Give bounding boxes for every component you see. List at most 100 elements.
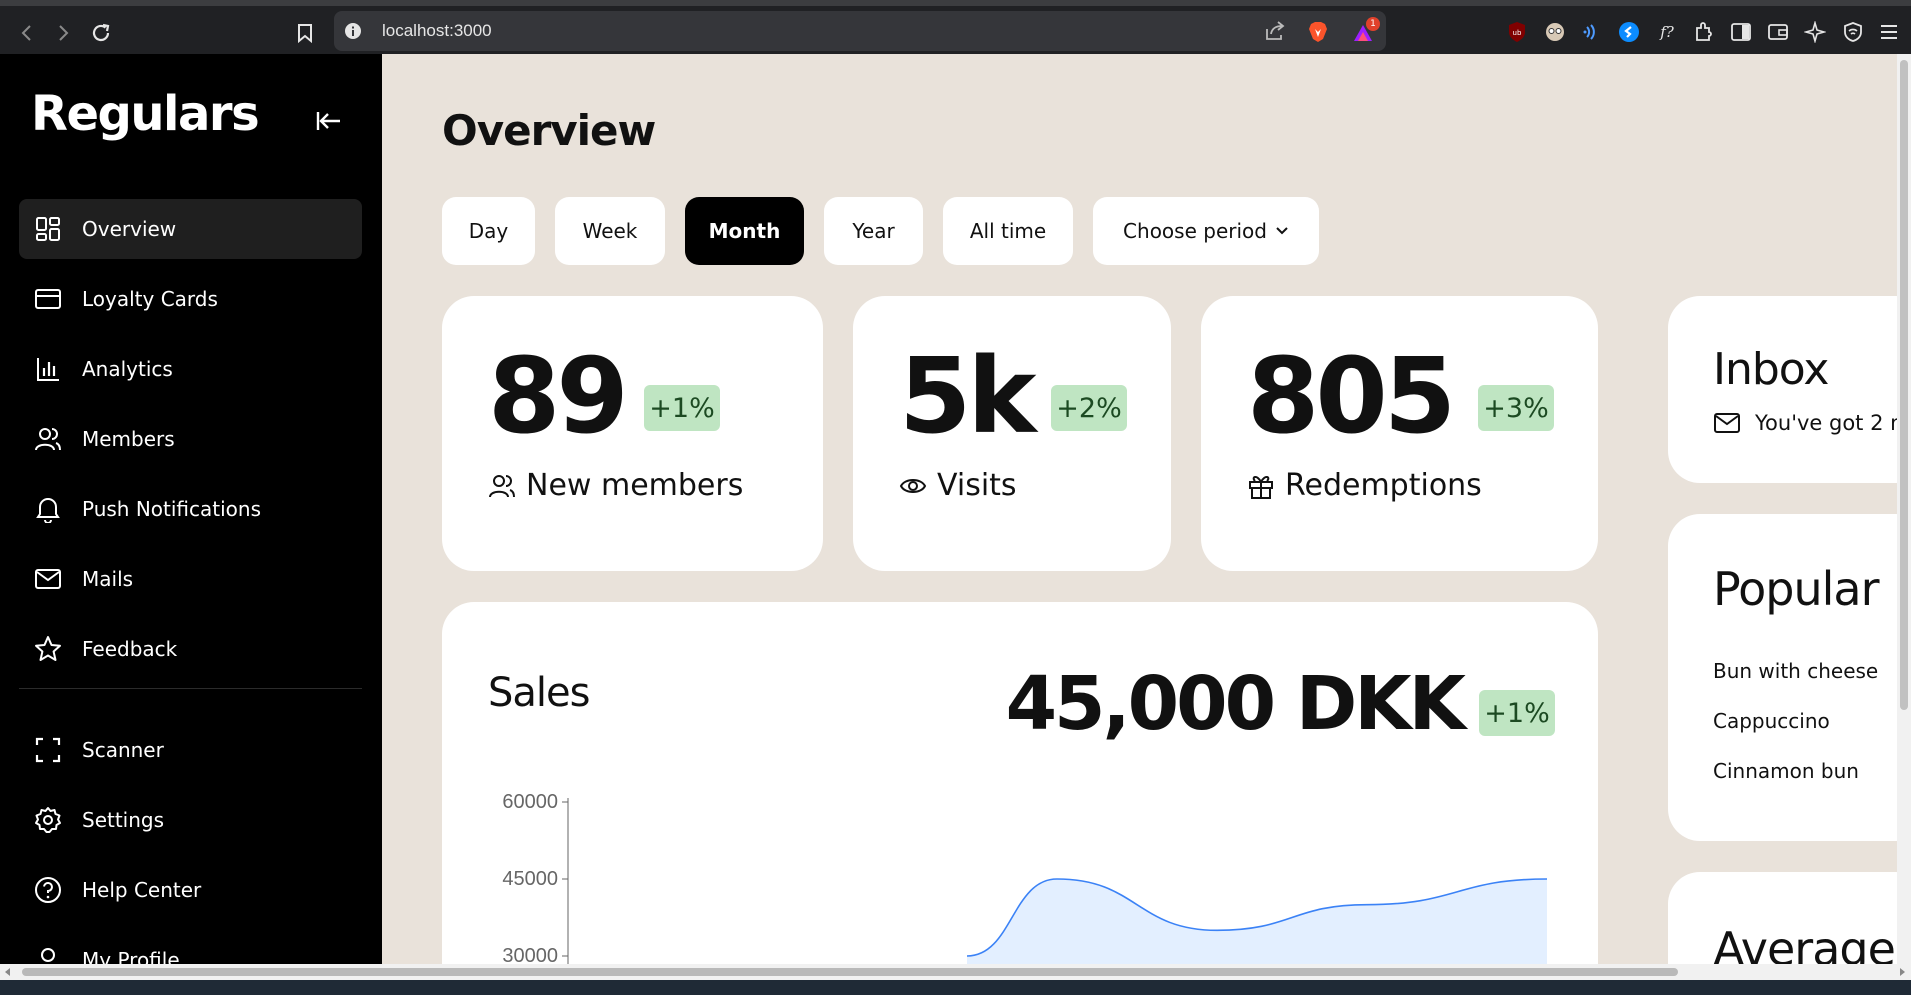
sidebar-item-help-center[interactable]: Help Center [19,860,362,920]
collapse-left-icon [316,112,340,130]
choose-period-dropdown[interactable]: Choose period [1093,197,1319,265]
horizontal-scrollbar[interactable] [0,964,1911,980]
stat-label-text: New members [526,468,744,503]
os-taskbar [0,980,1911,995]
stat-label: Redemptions [1247,468,1482,503]
vertical-scroll-thumb[interactable] [1900,60,1908,710]
popular-card: Popular Bun with cheese Cappuccino Cinna… [1668,514,1911,841]
page-title: Overview [442,106,656,155]
sidebar-item-loyalty-cards[interactable]: Loyalty Cards [19,269,362,329]
period-month-button[interactable]: Month [685,197,804,265]
extension-face-icon[interactable] [1544,21,1566,43]
sidebar-item-push-notifications[interactable]: Push Notifications [19,479,362,539]
address-bar[interactable]: localhost:3000 1 [334,11,1386,51]
sidebar-item-overview[interactable]: Overview [19,199,362,259]
star-icon [34,635,62,663]
sidebar-item-settings[interactable]: Settings [19,790,362,850]
sidebar-item-analytics[interactable]: Analytics [19,339,362,399]
change-badge: +3% [1478,385,1554,431]
popular-item: Bun with cheese [1713,659,1879,683]
forward-button[interactable] [50,20,76,46]
grid-icon [34,215,62,243]
shazam-icon[interactable] [1618,21,1640,43]
wireless-icon[interactable] [1581,21,1603,43]
reload-button[interactable] [88,20,114,46]
sidebar-item-mails[interactable]: Mails [19,549,362,609]
leo-ai-icon[interactable] [1804,21,1826,43]
scroll-left-icon[interactable] [4,968,12,976]
sidebar-item-label: Push Notifications [82,497,262,521]
ublock-icon[interactable]: ub [1506,21,1528,43]
popular-item: Cinnamon bun [1713,759,1859,783]
horizontal-scroll-thumb[interactable] [22,968,1678,976]
sidebar-item-my-profile[interactable]: My Profile [19,930,362,964]
collapse-sidebar-button[interactable] [316,110,344,132]
sidebar-item-label: Mails [82,567,134,591]
stat-label-text: Visits [937,468,1017,503]
stat-value: 89 [488,335,629,457]
y-tick-label: 60000 [502,791,558,813]
stat-card-redemptions: 805 +3% Redemptions [1201,296,1598,571]
sidebar-item-label: Analytics [82,357,173,381]
vpn-shield-icon[interactable] [1842,21,1864,43]
stat-card-visits: 5k +2% Visits [853,296,1171,571]
font-extension-icon[interactable]: f? [1656,21,1678,43]
back-button[interactable] [14,20,40,46]
sidebar-item-members[interactable]: Members [19,409,362,469]
period-label: Choose period [1123,219,1267,243]
vertical-scrollbar[interactable] [1897,54,1911,964]
extensions-puzzle-icon[interactable] [1693,21,1715,43]
period-label: Day [468,219,509,243]
popular-title: Popular [1713,562,1879,616]
popular-item: Cappuccino [1713,709,1830,733]
gift-icon [1249,475,1273,499]
stat-value: 5k [899,335,1037,457]
inbox-card[interactable]: Inbox You've got 2 m [1668,296,1911,483]
chevron-down-icon [1276,227,1288,235]
brave-shield-icon[interactable] [1308,21,1328,43]
bell-icon [34,495,62,523]
period-day-button[interactable]: Day [442,197,535,265]
sidebar-item-label: Loyalty Cards [82,287,218,311]
share-icon[interactable] [1264,21,1286,41]
sales-chart: 60000 45000 30000 [502,791,1548,964]
sidebar-item-label: Scanner [82,738,164,762]
mail-icon [34,565,62,593]
stat-label: New members [488,468,743,503]
change-badge: +2% [1051,385,1127,431]
period-label: Year [852,219,895,243]
sidebar-toggle-icon[interactable] [1730,21,1752,43]
y-tick-label: 30000 [502,945,558,964]
sidebar-item-label: Members [82,427,175,451]
period-year-button[interactable]: Year [824,197,923,265]
sidebar-item-label: Overview [82,217,177,241]
period-label: Week [582,219,638,243]
period-all-time-button[interactable]: All time [943,197,1073,265]
reload-icon [92,23,110,42]
eye-icon [899,478,927,493]
stat-label: Visits [899,468,1017,503]
users-icon [489,474,515,497]
scroll-right-icon[interactable] [1898,968,1906,976]
bookmark-button[interactable] [292,20,318,46]
site-info-icon[interactable] [344,22,362,40]
sidebar-item-label: Help Center [82,878,202,902]
app-logo[interactable]: Regulars [31,86,260,142]
url-text[interactable]: localhost:3000 [382,21,492,41]
menu-icon[interactable] [1878,21,1900,43]
sidebar-divider [19,688,362,689]
wallet-icon[interactable] [1767,21,1789,43]
sidebar-item-label: Feedback [82,637,178,661]
users-icon [34,425,62,453]
stat-value: 805 [1247,335,1456,457]
sidebar-item-feedback[interactable]: Feedback [19,619,362,679]
user-icon [34,946,62,964]
sidebar-item-label: My Profile [82,948,180,964]
bar-chart-icon [34,355,62,383]
help-circle-icon [34,876,62,904]
inbox-message-text: You've got 2 m [1755,411,1911,435]
sidebar-item-scanner[interactable]: Scanner [19,720,362,780]
inbox-title: Inbox [1713,344,1829,395]
period-week-button[interactable]: Week [555,197,665,265]
inbox-message[interactable]: You've got 2 m [1713,411,1911,435]
